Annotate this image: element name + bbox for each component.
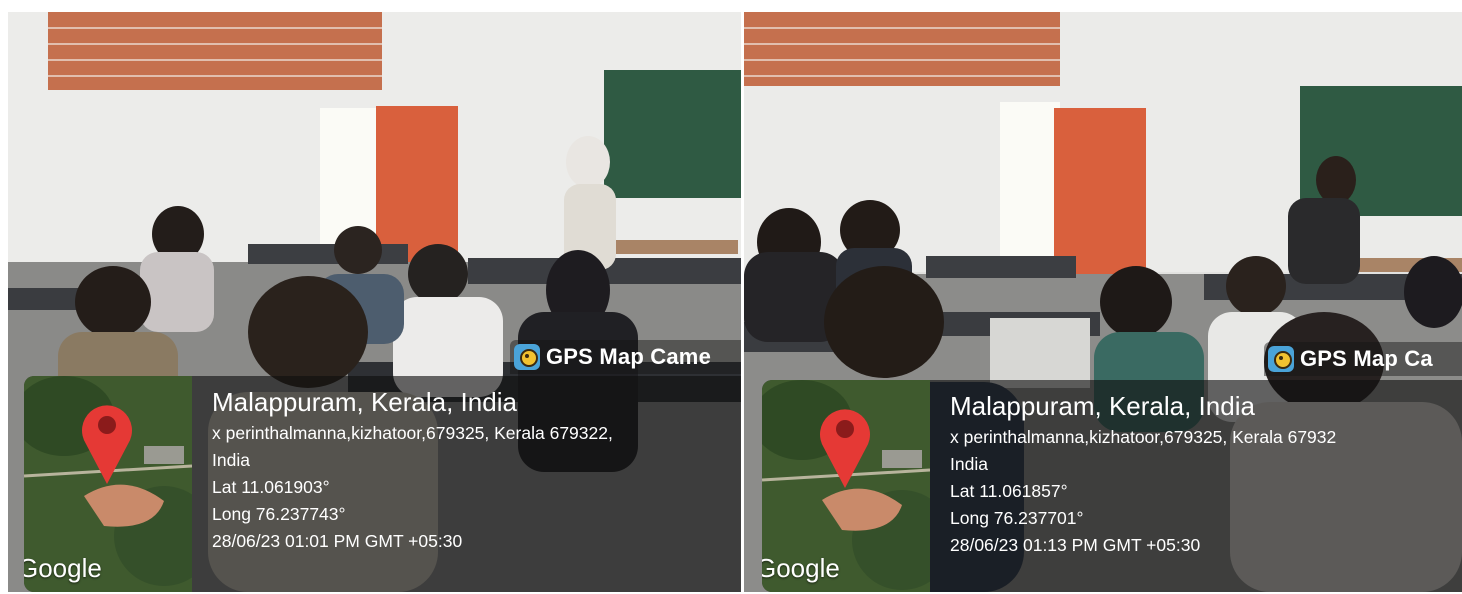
map-pin-icon — [820, 409, 870, 488]
gps-map-camera-badge: GPS Map Ca — [1264, 342, 1462, 376]
gps-brand-label: GPS Map Ca — [1300, 346, 1433, 371]
location-name: Malappuram, Kerala, India — [212, 387, 517, 417]
photo-left: GPS Map Came Google Malappuram, Kerala, … — [8, 12, 741, 592]
location-name: Malappuram, Kerala, India — [950, 391, 1255, 421]
mini-map: Google — [24, 376, 192, 592]
gps-info-text: Malappuram, Kerala, India x perinthalman… — [212, 386, 741, 555]
gps-map-camera-icon — [1268, 346, 1294, 372]
gps-map-camera-icon — [514, 344, 540, 370]
gps-brand-label: GPS Map Came — [546, 344, 712, 369]
photo-right: GPS Map Ca Google Malappuram, Kerala, In… — [744, 12, 1462, 592]
latitude: Lat 11.061857° — [950, 481, 1068, 501]
gps-info-panel: Google Malappuram, Kerala, India x perin… — [24, 376, 741, 592]
longitude: Long 76.237743° — [212, 504, 346, 524]
gps-info-panel: Google Malappuram, Kerala, India x perin… — [762, 380, 1462, 592]
mini-map: Google — [762, 380, 930, 592]
map-attribution: Google — [24, 553, 102, 583]
address-line-1: x perinthalmanna,kizhatoor,679325, Keral… — [950, 427, 1337, 447]
gps-info-text: Malappuram, Kerala, India x perinthalman… — [950, 390, 1462, 559]
address-line-2: India — [212, 450, 250, 470]
longitude: Long 76.237701° — [950, 508, 1084, 528]
map-attribution: Google — [762, 553, 840, 583]
gps-map-camera-badge: GPS Map Came — [510, 340, 741, 374]
address-line-2: India — [950, 454, 988, 474]
timestamp: 28/06/23 01:01 PM GMT +05:30 — [212, 531, 463, 551]
map-pin-icon — [82, 405, 132, 484]
latitude: Lat 11.061903° — [212, 477, 330, 497]
address-line-1: x perinthalmanna,kizhatoor,679325, Keral… — [212, 423, 613, 443]
timestamp: 28/06/23 01:13 PM GMT +05:30 — [950, 535, 1201, 555]
